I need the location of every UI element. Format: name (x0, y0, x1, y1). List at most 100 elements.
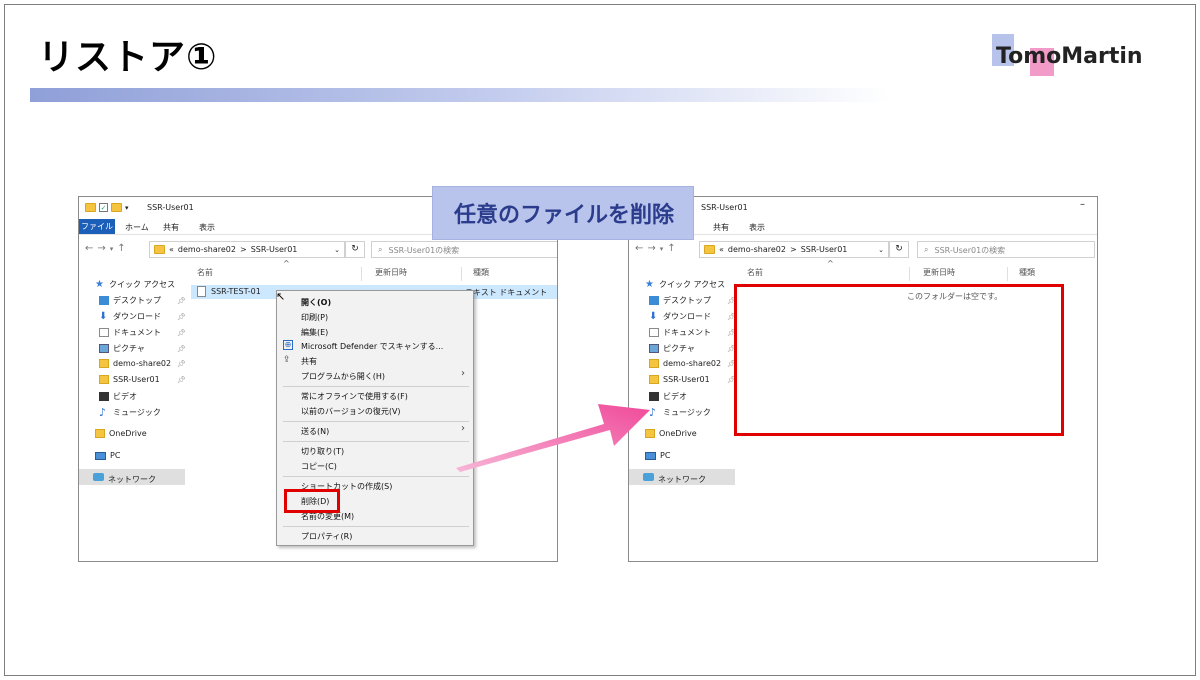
refresh-button[interactable]: ↻ (889, 241, 909, 258)
nav-ssr-user[interactable]: SSR-User01 📌︎ (99, 375, 186, 384)
sort-arrow-icon: ^ (827, 259, 834, 268)
nav-ssr-user[interactable]: SSR-User01 📌︎ (649, 375, 736, 384)
minimize-icon[interactable]: – (1080, 199, 1085, 210)
nav-documents[interactable]: ドキュメント 📌︎ (649, 327, 736, 338)
desktop-icon (649, 296, 659, 305)
column-name[interactable]: 名前 (747, 267, 763, 278)
tab-home[interactable]: ホーム (125, 222, 149, 233)
up-arrow-icon[interactable]: ↑ (117, 243, 129, 254)
pin-icon[interactable]: 📌︎ (177, 360, 186, 368)
menu-item-edit[interactable]: 編集(E) (301, 327, 328, 338)
pin-icon[interactable]: 📌︎ (177, 313, 186, 321)
chevron-down-icon[interactable]: ⌄ (334, 246, 340, 254)
menu-item-offline[interactable]: 常にオフラインで使用する(F) (301, 391, 408, 402)
folder-icon (649, 359, 659, 368)
forward-arrow-icon[interactable]: → (97, 243, 109, 254)
nav-label: SSR-User01 (663, 375, 710, 384)
nav-label: OneDrive (659, 429, 697, 438)
nav-label: ネットワーク (108, 474, 156, 484)
menu-item-share[interactable]: 共有 (301, 356, 317, 367)
nav-documents[interactable]: ドキュメント 📌︎ (99, 327, 186, 338)
chevron-down-icon[interactable]: ⌄ (878, 246, 884, 254)
nav-music[interactable]: ♪ ミュージック (99, 407, 161, 418)
folder-icon (649, 375, 659, 384)
column-modified[interactable]: 更新日時 (923, 267, 955, 278)
tab-view[interactable]: 表示 (199, 222, 215, 233)
delete-highlight-box (284, 489, 340, 513)
tab-view[interactable]: 表示 (749, 222, 765, 233)
column-type[interactable]: 種類 (473, 267, 489, 278)
column-divider[interactable] (909, 267, 910, 281)
tab-share[interactable]: 共有 (163, 222, 179, 233)
column-divider[interactable] (361, 267, 362, 281)
computer-icon (95, 451, 106, 460)
column-divider[interactable] (461, 267, 462, 281)
pin-icon[interactable]: 📌︎ (177, 329, 186, 337)
video-icon (649, 392, 659, 401)
forward-arrow-icon[interactable]: → (647, 243, 659, 254)
menu-item-print[interactable]: 印刷(P) (301, 312, 328, 323)
nav-quick-access[interactable]: ★ クイック アクセス (645, 279, 725, 290)
computer-icon (645, 451, 656, 460)
tab-file[interactable]: ファイル (79, 219, 115, 234)
nav-music[interactable]: ♪ ミュージック (649, 407, 711, 418)
nav-desktop[interactable]: デスクトップ 📌︎ (649, 295, 736, 306)
menu-item-properties[interactable]: プロパティ(R) (301, 531, 352, 542)
menu-item-defender-scan[interactable]: Microsoft Defender でスキャンする... (301, 341, 443, 352)
breadcrumb-folder[interactable]: SSR-User01 (251, 245, 298, 254)
breadcrumb-share[interactable]: demo-share02 (178, 245, 236, 254)
nav-pc[interactable]: PC (95, 451, 120, 460)
file-type: テキスト ドキュメント (465, 288, 548, 297)
pin-icon[interactable]: 📌︎ (177, 345, 186, 353)
breadcrumb-overflow[interactable]: « (169, 245, 174, 254)
breadcrumb-overflow[interactable]: « (719, 245, 724, 254)
breadcrumb-folder[interactable]: SSR-User01 (801, 245, 848, 254)
column-type[interactable]: 種類 (1019, 267, 1035, 278)
pin-icon[interactable]: 📌︎ (177, 297, 186, 305)
nav-videos[interactable]: ビデオ (99, 391, 137, 402)
address-bar[interactable]: « demo-share02 > SSR-User01 ⌄ (699, 241, 889, 258)
menu-item-open-with[interactable]: プログラムから開く(H) (301, 371, 385, 382)
nav-network[interactable]: ネットワーク (629, 469, 735, 485)
nav-onedrive[interactable]: OneDrive (645, 429, 697, 438)
column-modified[interactable]: 更新日時 (375, 267, 407, 278)
callout-text: 任意のファイルを削除 (453, 203, 674, 228)
back-arrow-icon[interactable]: ← (635, 243, 647, 254)
menu-item-send-to[interactable]: 送る(N) (301, 426, 329, 437)
customize-toolbar-icon[interactable]: ▾ (125, 204, 129, 212)
column-name[interactable]: 名前 (197, 267, 213, 278)
nav-desktop[interactable]: デスクトップ 📌︎ (99, 295, 186, 306)
nav-downloads[interactable]: ⬇ ダウンロード 📌︎ (99, 311, 186, 322)
nav-quick-access[interactable]: ★ クイック アクセス (95, 279, 175, 290)
menu-item-restore-versions[interactable]: 以前のバージョンの復元(V) (301, 406, 401, 417)
menu-item-copy[interactable]: コピー(C) (301, 461, 337, 472)
file-name[interactable]: SSR-TEST-01 (211, 287, 261, 296)
nav-demo-share[interactable]: demo-share02 📌︎ (649, 359, 736, 368)
nav-pictures[interactable]: ピクチャ 📌︎ (649, 343, 736, 354)
new-folder-icon[interactable] (111, 203, 122, 212)
menu-item-cut[interactable]: 切り取り(T) (301, 446, 344, 457)
search-input[interactable]: ⌕ SSR-User01の検索 (917, 241, 1095, 258)
nav-downloads[interactable]: ⬇ ダウンロード 📌︎ (649, 311, 736, 322)
nav-onedrive[interactable]: OneDrive (95, 429, 147, 438)
up-arrow-icon[interactable]: ↑ (667, 243, 679, 254)
nav-videos[interactable]: ビデオ (649, 391, 687, 402)
refresh-button[interactable]: ↻ (345, 241, 365, 258)
navigation-pane: ★ クイック アクセス デスクトップ 📌︎ ⬇ ダウンロード 📌︎ ドキュメント 📌︎ ピ… (629, 273, 736, 561)
pin-icon[interactable]: 📌︎ (177, 376, 186, 384)
tab-share[interactable]: 共有 (713, 222, 729, 233)
nav-label: ドキュメント (113, 328, 161, 337)
nav-pc[interactable]: PC (645, 451, 670, 460)
address-bar[interactable]: « demo-share02 > SSR-User01 ⌄ (149, 241, 345, 258)
share-icon: ⇪ (283, 355, 291, 365)
search-input[interactable]: ⌕ SSR-User01の検索 (371, 241, 557, 258)
network-icon (93, 473, 104, 481)
back-arrow-icon[interactable]: ← (85, 243, 97, 254)
nav-pictures[interactable]: ピクチャ 📌︎ (99, 343, 186, 354)
breadcrumb-share[interactable]: demo-share02 (728, 245, 786, 254)
nav-demo-share[interactable]: demo-share02 📌︎ (99, 359, 186, 368)
menu-item-open[interactable]: 開く(O) (301, 297, 331, 308)
properties-icon[interactable]: ✓ (99, 203, 108, 212)
nav-network[interactable]: ネットワーク (79, 469, 185, 485)
column-divider[interactable] (1007, 267, 1008, 281)
